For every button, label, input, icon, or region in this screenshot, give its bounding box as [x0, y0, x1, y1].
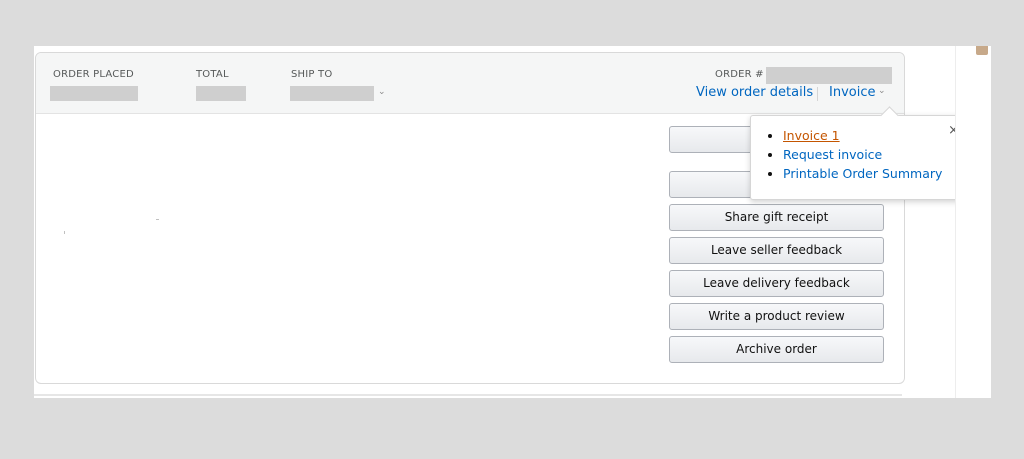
product-thumbnail[interactable]	[976, 46, 988, 55]
artifact-speck	[64, 231, 65, 234]
list-item: Invoice 1	[783, 126, 942, 145]
archive-order-button[interactable]: Archive order	[669, 336, 884, 363]
request-invoice-link[interactable]: Request invoice	[783, 147, 882, 162]
list-item: Printable Order Summary	[783, 164, 942, 183]
order-number-redacted	[766, 67, 892, 84]
orders-page: ORDER PLACED TOTAL SHIP TO ⌄ ORDER # Vie…	[34, 46, 991, 398]
printable-order-summary-link[interactable]: Printable Order Summary	[783, 166, 942, 181]
share-gift-receipt-button[interactable]: Share gift receipt	[669, 204, 884, 231]
next-order-card-edge	[34, 394, 902, 396]
order-placed-label: ORDER PLACED	[53, 69, 134, 80]
artifact-speck	[156, 219, 159, 220]
invoice-popover: × Invoice 1 Request invoice Printable Or…	[750, 106, 970, 200]
ship-to-name-redacted[interactable]	[290, 86, 374, 101]
order-date-redacted	[50, 86, 138, 101]
chevron-down-icon[interactable]: ⌄	[878, 86, 886, 96]
leave-delivery-feedback-button[interactable]: Leave delivery feedback	[669, 270, 884, 297]
total-label: TOTAL	[196, 69, 229, 80]
invoice-options-list: Invoice 1 Request invoice Printable Orde…	[769, 126, 942, 183]
invoice-link[interactable]: Invoice	[829, 85, 875, 100]
order-card: ORDER PLACED TOTAL SHIP TO ⌄ ORDER # Vie…	[35, 52, 970, 384]
order-number-label: ORDER #	[715, 69, 764, 80]
total-value-redacted	[196, 86, 246, 101]
order-header: ORDER PLACED TOTAL SHIP TO ⌄ ORDER # Vie…	[36, 53, 904, 114]
list-item: Request invoice	[783, 145, 942, 164]
leave-seller-feedback-button[interactable]: Leave seller feedback	[669, 237, 884, 264]
header-link-divider	[817, 87, 818, 101]
write-product-review-button[interactable]: Write a product review	[669, 303, 884, 330]
chevron-down-icon[interactable]: ⌄	[378, 87, 386, 97]
view-order-details-link[interactable]: View order details	[696, 85, 813, 100]
right-sidebar	[955, 46, 991, 398]
ship-to-label: SHIP TO	[291, 69, 333, 80]
invoice-1-link[interactable]: Invoice 1	[783, 128, 840, 143]
